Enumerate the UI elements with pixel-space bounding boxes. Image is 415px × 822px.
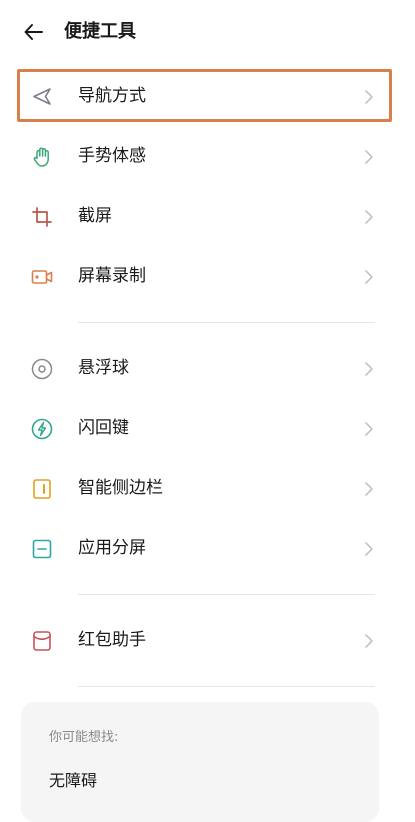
- list-item-flashback-key[interactable]: 闪回键: [0, 398, 415, 458]
- list-item-floating-ball[interactable]: 悬浮球: [0, 338, 415, 398]
- suggestions-heading: 你可能想找:: [49, 730, 119, 745]
- chevron-right-icon: [362, 540, 376, 558]
- chevron-right-icon: [362, 208, 376, 226]
- list-item-gesture-motion[interactable]: 手势体感: [0, 126, 415, 186]
- list-item-split-screen[interactable]: 应用分屏: [0, 518, 415, 578]
- suggestion-item-accessibility[interactable]: 无障碍: [49, 769, 97, 793]
- hand-gesture-icon: [30, 145, 54, 169]
- suggestions-card: 你可能想找: 无障碍: [21, 702, 379, 822]
- page-title: 便捷工具: [64, 21, 136, 42]
- list-item-label: 闪回键: [78, 418, 129, 438]
- red-envelope-icon: [30, 629, 54, 653]
- arrow-left-icon: [24, 24, 43, 40]
- smart-sidebar-icon: [30, 477, 54, 501]
- list-item-label: 截屏: [78, 206, 112, 226]
- list-item-screen-recording[interactable]: 屏幕录制: [0, 246, 415, 306]
- list-item-screenshot[interactable]: 截屏: [0, 186, 415, 246]
- section-divider: [78, 686, 375, 687]
- chevron-right-icon: [362, 268, 376, 286]
- highlight-box: [17, 69, 392, 122]
- list-item-red-envelope-assistant[interactable]: 红包助手: [0, 610, 415, 670]
- chevron-right-icon: [362, 480, 376, 498]
- flash-back-icon: [30, 417, 54, 441]
- list-item-label: 智能侧边栏: [78, 478, 163, 498]
- crop-icon: [30, 205, 54, 229]
- list-item-label: 悬浮球: [78, 358, 129, 378]
- back-button[interactable]: [22, 20, 46, 44]
- section-divider: [78, 594, 375, 595]
- chevron-right-icon: [362, 420, 376, 438]
- list-item-label: 手势体感: [78, 146, 146, 166]
- chevron-right-icon: [362, 632, 376, 650]
- chevron-right-icon: [362, 148, 376, 166]
- chevron-right-icon: [362, 360, 376, 378]
- section-divider: [78, 322, 375, 323]
- video-record-icon: [30, 265, 54, 289]
- floating-ball-icon: [30, 357, 54, 381]
- header: 便捷工具: [0, 0, 415, 64]
- list-item-smart-sidebar[interactable]: 智能侧边栏: [0, 458, 415, 518]
- list-item-label: 红包助手: [78, 630, 146, 650]
- split-screen-icon: [30, 537, 54, 561]
- list-item-label: 应用分屏: [78, 538, 146, 558]
- list-item-label: 屏幕录制: [78, 266, 146, 286]
